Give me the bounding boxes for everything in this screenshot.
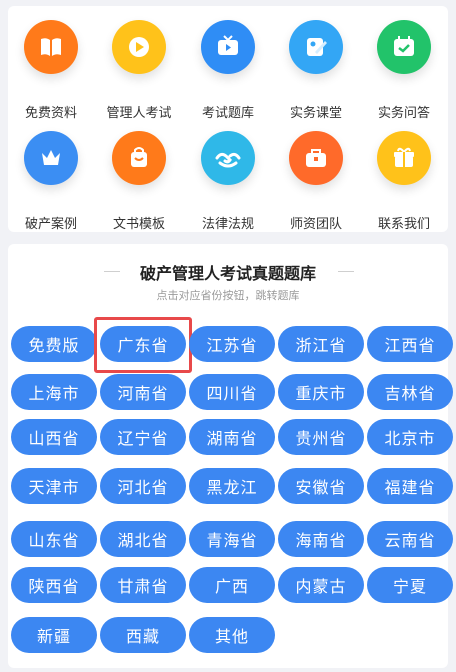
province-button[interactable]: 江苏省 (189, 326, 275, 362)
province-button[interactable]: 广西 (189, 567, 275, 603)
section-subtitle: 点击对应省份按钮，跳转题库 (156, 289, 300, 302)
briefcase-icon (289, 131, 343, 185)
category-2[interactable]: 管理人考试 (95, 20, 183, 121)
category-label: 实务问答 (377, 106, 430, 121)
category-card: 免费资料 管理人考试 考试题库 实务课堂 实务问答破产案例 文书模板 法律法规 师资团队 联系我… (8, 6, 448, 232)
category-3[interactable]: 考试题库 (184, 20, 272, 121)
bag-icon (112, 131, 166, 185)
province-button[interactable]: 浙江省 (278, 326, 364, 362)
question-bank-card: 破产管理人考试真题题库 点击对应省份按钮，跳转题库 免费版 广东省 江苏省 浙江省 江西… (8, 244, 453, 668)
category-4[interactable]: 实务课堂 (272, 20, 360, 121)
province-button[interactable]: 免费版 (11, 326, 97, 362)
province-button[interactable]: 内蒙古 (278, 567, 364, 603)
category-9[interactable]: 师资团队 (272, 131, 360, 232)
province-button[interactable]: 陕西省 (11, 567, 97, 603)
category-label: 考试题库 (201, 106, 254, 121)
province-button[interactable]: 福建省 (367, 468, 453, 504)
province-button[interactable]: 北京市 (367, 419, 453, 455)
province-button[interactable]: 上海市 (11, 374, 97, 410)
section-title: 破产管理人考试真题题库 (139, 264, 316, 283)
category-label: 破产案例 (24, 217, 77, 232)
province-button[interactable]: 山西省 (11, 419, 97, 455)
province-button[interactable]: 甘肃省 (100, 567, 186, 603)
province-button[interactable]: 山东省 (11, 521, 97, 557)
province-button[interactable]: 河南省 (100, 374, 186, 410)
province-button[interactable]: 青海省 (189, 521, 275, 557)
province-button[interactable]: 四川省 (189, 374, 275, 410)
province-button[interactable]: 贵州省 (278, 419, 364, 455)
province-button[interactable]: 吉林省 (367, 374, 453, 410)
category-label: 师资团队 (289, 217, 342, 232)
province-button[interactable]: 宁夏 (367, 567, 453, 603)
gift-icon (377, 131, 431, 185)
province-button[interactable]: 云南省 (367, 521, 453, 557)
pencil-board-icon (289, 20, 343, 74)
selection-highlight (94, 317, 192, 373)
province-button[interactable]: 海南省 (278, 521, 364, 557)
province-button[interactable]: 湖南省 (189, 419, 275, 455)
province-button[interactable]: 其他 (189, 617, 275, 653)
category-label: 联系我们 (377, 217, 430, 232)
province-button[interactable]: 江西省 (367, 326, 453, 362)
category-5[interactable]: 实务问答 (360, 20, 448, 121)
category-label: 管理人考试 (106, 106, 172, 121)
category-1[interactable]: 免费资料 (7, 20, 95, 121)
crown-icon (24, 131, 78, 185)
category-7[interactable]: 文书模板 (95, 131, 183, 232)
handshake-icon (201, 131, 255, 185)
province-button[interactable]: 安徽省 (278, 468, 364, 504)
calendar-check-icon (377, 20, 431, 74)
province-button[interactable]: 河北省 (100, 468, 186, 504)
province-button[interactable]: 黑龙江 (189, 468, 275, 504)
province-button[interactable]: 天津市 (11, 468, 97, 504)
category-label: 文书模板 (112, 217, 165, 232)
play-icon (112, 20, 166, 74)
category-10[interactable]: 联系我们 (360, 131, 448, 232)
category-label: 实务课堂 (289, 106, 342, 121)
book-icon (24, 20, 78, 74)
province-button[interactable]: 湖北省 (100, 521, 186, 557)
category-grid: 免费资料 管理人考试 考试题库 实务课堂 实务问答破产案例 文书模板 法律法规 师资团队 联系我… (8, 6, 448, 232)
province-button[interactable]: 重庆市 (278, 374, 364, 410)
category-label: 法律法规 (201, 217, 254, 232)
category-6[interactable]: 破产案例 (7, 131, 95, 232)
tv-icon (201, 20, 255, 74)
category-label: 免费资料 (24, 106, 77, 121)
province-button[interactable]: 辽宁省 (100, 419, 186, 455)
category-8[interactable]: 法律法规 (184, 131, 272, 232)
province-button[interactable]: 西藏 (100, 617, 186, 653)
province-button[interactable]: 新疆 (11, 617, 97, 653)
title-divider-right (338, 271, 354, 272)
